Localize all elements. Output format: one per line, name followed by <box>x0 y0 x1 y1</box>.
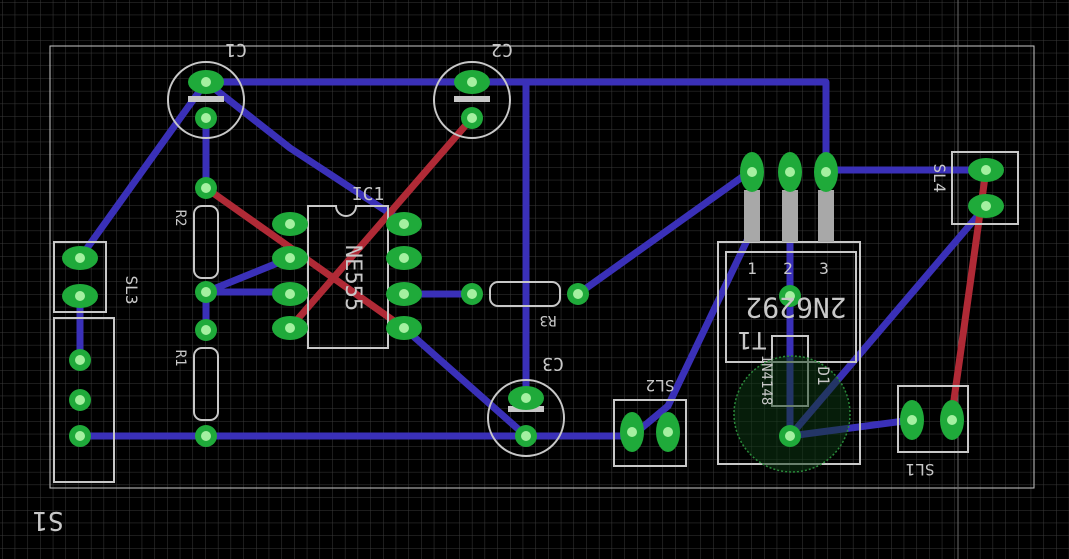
sl3-pad-2 <box>62 284 98 308</box>
ic1-pin-4 <box>272 316 308 340</box>
ic1-pin-2 <box>272 246 308 270</box>
r1-pad-1 <box>195 319 217 341</box>
s1-pad-2 <box>69 389 91 411</box>
c3-pad-2 <box>515 425 537 447</box>
label-d1: D1 <box>814 366 833 385</box>
label-sl4: SL4 <box>930 164 949 193</box>
c1-pad-2 <box>195 107 217 129</box>
label-t1-value: 2N6292 <box>745 291 846 324</box>
label-sl2: SL2 <box>646 376 675 395</box>
label-r3: R3 <box>540 312 557 328</box>
r2-pad-2 <box>195 281 217 303</box>
label-pin-3: 3 <box>819 259 829 278</box>
ic1-pin-3 <box>272 282 308 306</box>
label-sl1: SL1 <box>906 460 935 479</box>
sl1-pad-2 <box>940 400 964 440</box>
c2-pad-1 <box>454 70 490 94</box>
label-sl3: SL3 <box>122 276 141 305</box>
sl2-pad-1 <box>620 412 644 452</box>
label-pin-1: 1 <box>747 259 757 278</box>
t1-legs <box>744 190 834 242</box>
ic1-pin-1 <box>272 212 308 236</box>
c2-pad-2 <box>461 107 483 129</box>
label-c3: C3 <box>542 353 564 374</box>
label-r1: R1 <box>172 350 188 367</box>
sl2-pad-2 <box>656 412 680 452</box>
c1-pad-1 <box>188 70 224 94</box>
t1-pad-2 <box>778 152 802 192</box>
label-c2: C2 <box>491 39 513 60</box>
t1-pad-3 <box>814 152 838 192</box>
sl3-pad-1 <box>62 246 98 270</box>
label-ic1: IC1 <box>352 184 385 205</box>
r3-pad-2 <box>567 283 589 305</box>
ic1-pin-7 <box>386 246 422 270</box>
r3-pad-1 <box>461 283 483 305</box>
label-ic1-value: NE555 <box>340 245 365 311</box>
label-r2: R2 <box>172 210 188 227</box>
label-pin-2: 2 <box>783 259 793 278</box>
d1-pad <box>779 425 801 447</box>
sl4-pad-1 <box>968 158 1004 182</box>
s1-pad-3 <box>69 425 91 447</box>
r1-pad-2 <box>195 425 217 447</box>
r2-pad-1 <box>195 177 217 199</box>
sl4-pad-2 <box>968 194 1004 218</box>
c3-pad-1 <box>508 386 544 410</box>
label-c1: C1 <box>225 39 247 60</box>
t1-pad-1 <box>740 152 764 192</box>
sl1-pad-1 <box>900 400 924 440</box>
ic1-pin-8 <box>386 212 422 236</box>
ic1-pin-6 <box>386 282 422 306</box>
s1-pad-1 <box>69 349 91 371</box>
label-t1-pkg: T1 <box>738 326 767 354</box>
label-s1: S1 <box>32 505 63 535</box>
label-diode-value: 1N4148 <box>758 355 774 406</box>
pcb-layout-canvas: C1 C2 C3 IC1 NE555 R2 R1 R3 SL3 SL2 SL1 … <box>0 0 1069 559</box>
ic1-pin-5 <box>386 316 422 340</box>
